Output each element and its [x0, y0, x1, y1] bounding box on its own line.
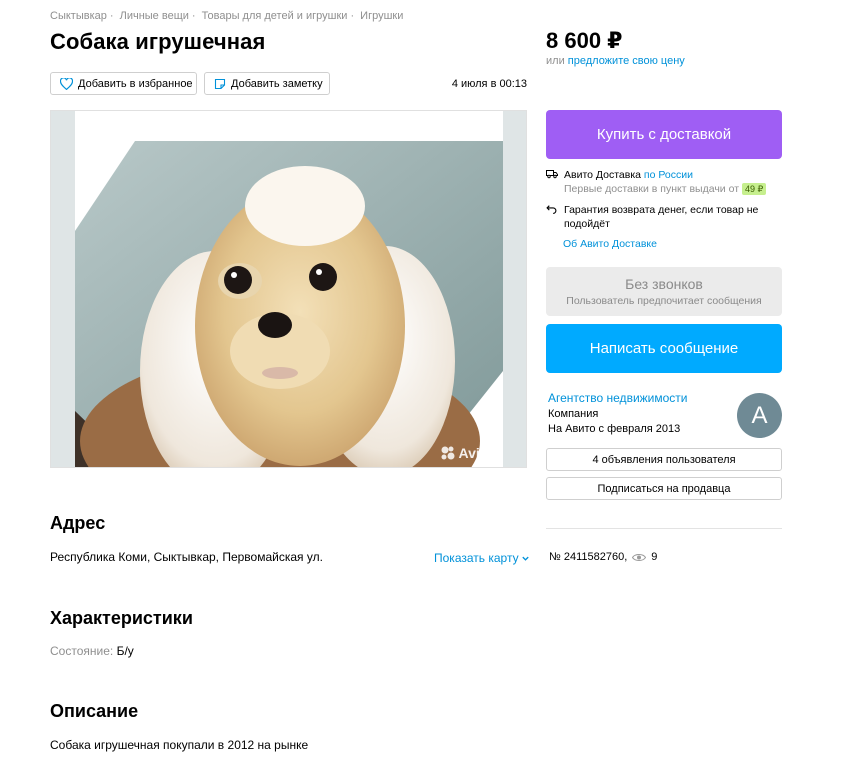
eye-icon — [632, 553, 647, 561]
add-note-button[interactable]: Добавить заметку — [204, 72, 330, 95]
delivery-region-link[interactable]: по России — [644, 169, 693, 181]
user-listings-button[interactable]: 4 объявления пользователя — [546, 448, 782, 471]
subscribe-seller-button[interactable]: Подписаться на продавца — [546, 477, 782, 500]
about-delivery-link[interactable]: Об Авито Доставке — [563, 238, 782, 250]
delivery-info: Авито Доставка по России Первые доставки… — [546, 168, 782, 250]
breadcrumb-item[interactable]: Товары для детей и игрушки — [202, 10, 348, 22]
truck-icon — [546, 168, 558, 196]
offer-price: или предложите свою цену — [546, 55, 685, 67]
spec-value: Б/у — [116, 644, 134, 658]
offer-price-link[interactable]: предложите свою цену — [568, 55, 685, 67]
address-text: Республика Коми, Сыктывкар, Первомайская… — [50, 550, 323, 564]
no-calls-notice: Без звонков Пользователь предпочитает со… — [546, 267, 782, 316]
views-count: 9 — [651, 551, 658, 563]
breadcrumb: Сыктывкар · Личные вещи · Товары для детей… — [50, 10, 404, 22]
chevron-down-icon — [521, 556, 529, 561]
avatar[interactable]: A — [737, 393, 782, 438]
description-text: Собака игрушечная покупали в 2012 на рын… — [50, 738, 309, 752]
breadcrumb-item[interactable]: Личные вещи — [120, 10, 189, 22]
buy-with-delivery-button[interactable]: Купить с доставкой — [546, 110, 782, 159]
add-to-favorites-label: Добавить в избранное — [78, 77, 193, 90]
delivery-price-badge: 49 ₽ — [741, 183, 767, 196]
add-to-favorites-button[interactable]: Добавить в избранное — [50, 72, 197, 95]
no-calls-subtitle: Пользователь предпочитает сообщения — [566, 295, 762, 307]
add-note-label: Добавить заметку — [231, 77, 323, 90]
description-heading: Описание — [50, 701, 139, 721]
return-arrow-icon — [546, 203, 558, 231]
price: 8 600 ₽ — [546, 28, 623, 53]
spec-condition: Состояние: Б/у — [50, 644, 134, 658]
breadcrumb-item[interactable]: Сыктывкар — [50, 10, 107, 22]
avito-watermark: Avito — [440, 445, 493, 461]
publish-date: 4 июля в 00:13 — [451, 78, 527, 90]
note-icon — [214, 78, 226, 89]
address-heading: Адрес — [50, 513, 106, 533]
specs-heading: Характеристики — [50, 608, 193, 628]
dog-toy-photo: Avito — [75, 111, 503, 467]
listing-meta: № 2411582760, 9 — [549, 551, 657, 563]
photo-gallery[interactable]: Avito — [50, 110, 527, 468]
heart-icon — [60, 77, 73, 90]
divider — [546, 528, 782, 529]
money-back-guarantee: Гарантия возврата денег, если товар не п… — [564, 204, 759, 230]
breadcrumb-item[interactable]: Игрушки — [360, 10, 403, 22]
listing-number: № 2411582760, — [549, 551, 628, 563]
show-map-link[interactable]: Показать карту — [434, 551, 530, 565]
spec-label: Состояние: — [50, 644, 114, 658]
no-calls-title: Без звонков — [625, 276, 703, 292]
write-message-button[interactable]: Написать сообщение — [546, 324, 782, 373]
page-title: Собака игрушечная — [50, 29, 266, 54]
avito-logo-icon — [441, 446, 455, 460]
